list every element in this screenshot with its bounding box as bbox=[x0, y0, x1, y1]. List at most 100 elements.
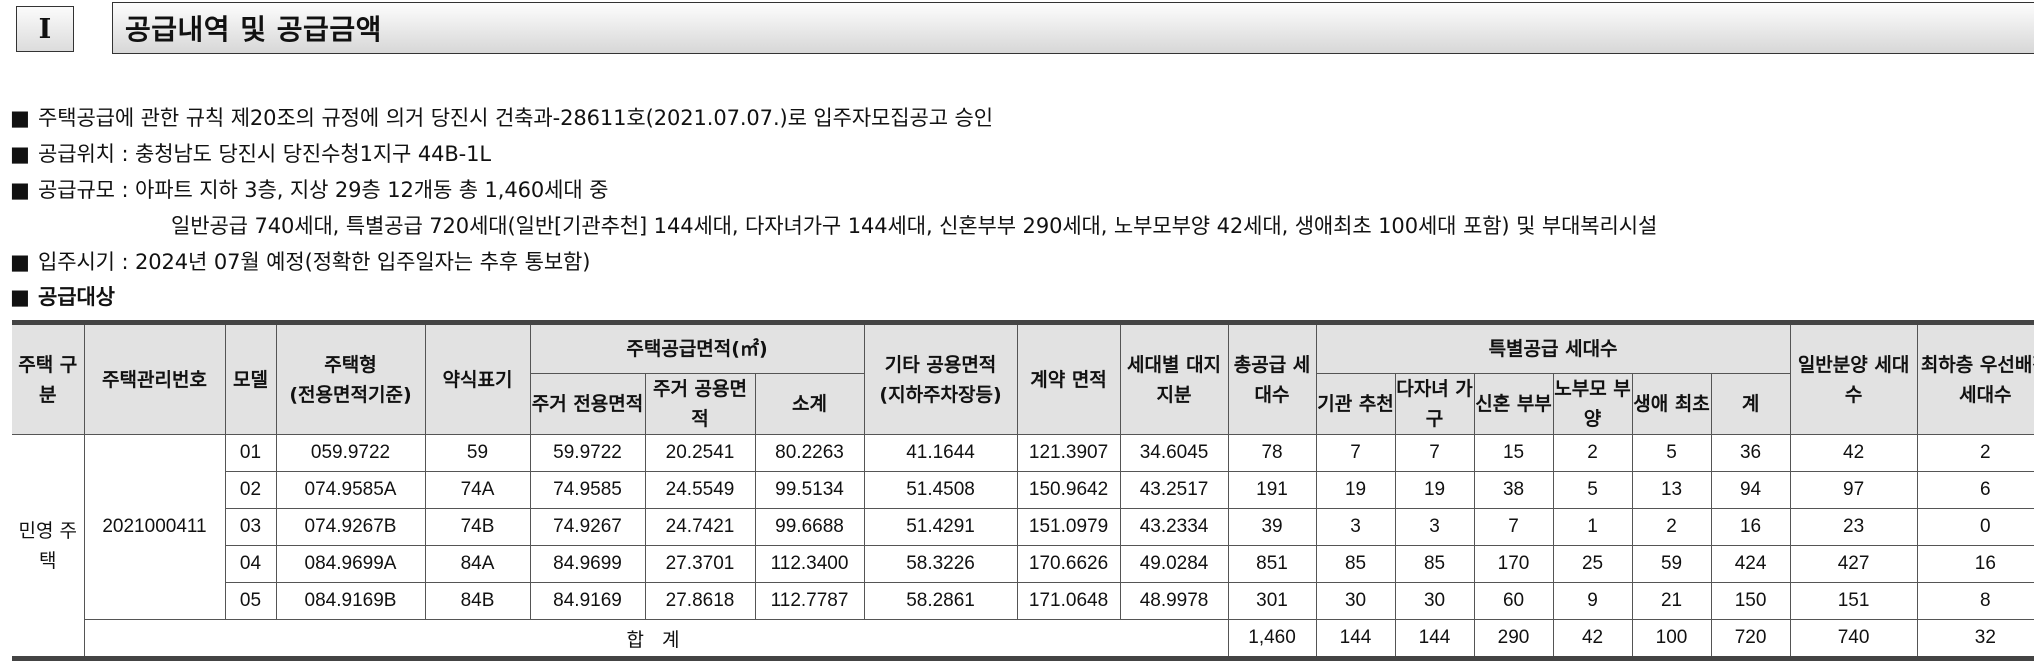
cell-total: 39 bbox=[1227, 508, 1317, 546]
bullet-location: ■ 공급위치 : 충청남도 당진시 당진수청1지구 44B-1L bbox=[10, 138, 491, 168]
cell-contract: 171.0648 bbox=[1016, 582, 1121, 620]
cell-parents: 25 bbox=[1552, 545, 1633, 583]
total-supply: 1,460 bbox=[1227, 619, 1317, 659]
cell-general: 97 bbox=[1789, 471, 1918, 509]
cell-model: 04 bbox=[224, 545, 277, 583]
total-sum: 720 bbox=[1710, 619, 1791, 659]
cell-newly: 60 bbox=[1473, 582, 1554, 620]
cell-inst: 19 bbox=[1315, 471, 1396, 509]
cell-model: 05 bbox=[224, 582, 277, 620]
cell-contract: 170.6626 bbox=[1016, 545, 1121, 583]
cell-short: 84A bbox=[424, 545, 531, 583]
cell-general: 427 bbox=[1789, 545, 1918, 583]
header-house-type-sub: (전용면적기준) bbox=[289, 383, 412, 406]
cell-lowest: 6 bbox=[1916, 471, 2034, 509]
cell-lowest: 16 bbox=[1916, 545, 2034, 583]
cell-land: 43.2517 bbox=[1119, 471, 1229, 509]
cell-subtotal: 99.5134 bbox=[754, 471, 865, 509]
total-general: 740 bbox=[1789, 619, 1918, 659]
cell-contract: 151.0979 bbox=[1016, 508, 1121, 546]
cell-short: 74B bbox=[424, 508, 531, 546]
cell-subtotal: 99.6688 bbox=[754, 508, 865, 546]
supply-table: 주택 구분 주택관리번호 모델 주택형 (전용면적기준) 약식표기 주택공급면적… bbox=[12, 320, 2034, 661]
cell-contract: 150.9642 bbox=[1016, 471, 1121, 509]
bullet-scale-continuation: 일반공급 740세대, 특별공급 720세대(일반[기관추천] 144세대, 다… bbox=[171, 214, 1658, 238]
total-parents: 42 bbox=[1552, 619, 1633, 659]
cell-model: 03 bbox=[224, 508, 277, 546]
bullet-marker: ■ bbox=[10, 142, 30, 166]
table-total-row: 합 계 1,460 144 144 290 42 100 720 740 32 bbox=[12, 619, 2034, 659]
cell-exclusive: 74.9267 bbox=[529, 508, 646, 546]
cell-parents: 2 bbox=[1552, 434, 1633, 472]
header-house-group: 주택 구분 bbox=[12, 322, 85, 435]
cell-multi: 30 bbox=[1394, 582, 1475, 620]
header-lowest-floor: 최하층 우선배정 세대수 bbox=[1916, 322, 2034, 435]
total-multi: 144 bbox=[1394, 619, 1475, 659]
header-common: 주거 공용면적 bbox=[644, 373, 756, 435]
cell-contract: 121.3907 bbox=[1016, 434, 1121, 472]
bullet-approval: ■ 주택공급에 관한 규칙 제20조의 규정에 의거 당진시 건축과-28611호… bbox=[10, 102, 993, 132]
cell-multi: 7 bbox=[1394, 434, 1475, 472]
header-subtotal: 소계 bbox=[754, 373, 865, 435]
cell-subtotal: 112.7787 bbox=[754, 582, 865, 620]
cell-inst: 3 bbox=[1315, 508, 1396, 546]
cell-exclusive: 84.9699 bbox=[529, 545, 646, 583]
section-number: I bbox=[16, 6, 74, 52]
cell-other-common: 41.1644 bbox=[863, 434, 1018, 472]
cell-newly: 170 bbox=[1473, 545, 1554, 583]
header-newlywed: 신혼 부부 bbox=[1473, 373, 1554, 435]
cell-general: 151 bbox=[1789, 582, 1918, 620]
header-special-group: 특별공급 세대수 bbox=[1315, 322, 1791, 374]
cell-land: 48.9978 bbox=[1119, 582, 1229, 620]
cell-newly: 15 bbox=[1473, 434, 1554, 472]
cell-inst: 7 bbox=[1315, 434, 1396, 472]
cell-inst: 30 bbox=[1315, 582, 1396, 620]
cell-short: 59 bbox=[424, 434, 531, 472]
cell-type: 059.9722 bbox=[275, 434, 426, 472]
cell-common: 20.2541 bbox=[644, 434, 756, 472]
cell-type: 074.9267B bbox=[275, 508, 426, 546]
header-inst: 기관 추천 bbox=[1315, 373, 1396, 435]
cell-common: 27.3701 bbox=[644, 545, 756, 583]
cell-land: 34.6045 bbox=[1119, 434, 1229, 472]
cell-parents: 9 bbox=[1552, 582, 1633, 620]
cell-total: 851 bbox=[1227, 545, 1317, 583]
header-mgmt-no: 주택관리번호 bbox=[83, 322, 226, 435]
total-newly: 290 bbox=[1473, 619, 1554, 659]
cell-multi: 85 bbox=[1394, 545, 1475, 583]
mgmt-number-cell: 2021000411 bbox=[83, 434, 226, 620]
bullet-approval-text: 주택공급에 관한 규칙 제20조의 규정에 의거 당진시 건축과-28611호(… bbox=[38, 106, 993, 130]
cell-exclusive: 74.9585 bbox=[529, 471, 646, 509]
bullet-marker: ■ bbox=[10, 178, 30, 202]
cell-sum: 16 bbox=[1710, 508, 1791, 546]
header-multi-child: 다자녀 가구 bbox=[1394, 373, 1475, 435]
cell-parents: 1 bbox=[1552, 508, 1633, 546]
bullet-marker: ■ bbox=[10, 285, 30, 309]
header-parents: 노부모 부양 bbox=[1552, 373, 1633, 435]
cell-short: 84B bbox=[424, 582, 531, 620]
bullet-scale-text: 공급규모 : 아파트 지하 3층, 지상 29층 12개동 총 1,460세대 … bbox=[38, 178, 609, 202]
total-lowest: 32 bbox=[1916, 619, 2034, 659]
table-row: 02 074.9585A 74A 74.9585 24.5549 99.5134… bbox=[12, 471, 2034, 509]
cell-common: 27.8618 bbox=[644, 582, 756, 620]
cell-short: 74A bbox=[424, 471, 531, 509]
cell-other-common: 58.3226 bbox=[863, 545, 1018, 583]
cell-sum: 424 bbox=[1710, 545, 1791, 583]
total-inst: 144 bbox=[1315, 619, 1396, 659]
cell-model: 01 bbox=[224, 434, 277, 472]
header-short: 약식표기 bbox=[424, 322, 531, 435]
bullet-target-text: 공급대상 bbox=[38, 285, 115, 309]
cell-first: 5 bbox=[1631, 434, 1712, 472]
cell-other-common: 58.2861 bbox=[863, 582, 1018, 620]
cell-first: 13 bbox=[1631, 471, 1712, 509]
cell-general: 23 bbox=[1789, 508, 1918, 546]
bullet-location-text: 공급위치 : 충청남도 당진시 당진수청1지구 44B-1L bbox=[38, 142, 492, 166]
header-other-common-sub: (지하주차장등) bbox=[879, 383, 1002, 406]
table-row: 03 074.9267B 74B 74.9267 24.7421 99.6688… bbox=[12, 508, 2034, 546]
table-row: 05 084.9169B 84B 84.9169 27.8618 112.778… bbox=[12, 582, 2034, 620]
cell-total: 301 bbox=[1227, 582, 1317, 620]
bullet-target: ■ 공급대상 bbox=[10, 281, 115, 311]
cell-common: 24.5549 bbox=[644, 471, 756, 509]
header-contract-area: 계약 면적 bbox=[1016, 322, 1121, 435]
header-supply-area: 주택공급면적(㎡) bbox=[529, 322, 865, 374]
